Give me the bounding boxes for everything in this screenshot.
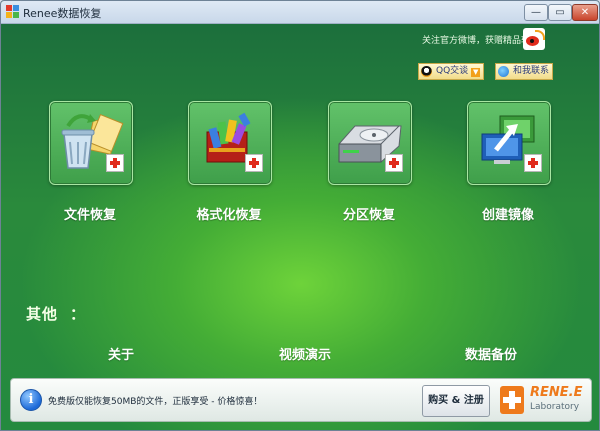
- qq-icon: [421, 66, 432, 77]
- format-recovery-tile[interactable]: [188, 101, 272, 185]
- maximize-button[interactable]: ▭: [548, 4, 572, 21]
- data-backup-link[interactable]: 数据备份: [465, 344, 517, 363]
- contact-me-button[interactable]: 和我联系: [495, 63, 554, 80]
- app-window: Renee数据恢复 — ▭ ✕ 关注官方微博，获赠精品软件 QQ交谈 ▼ 和我联系: [0, 0, 600, 431]
- file-recovery-tile[interactable]: [49, 101, 133, 185]
- free-version-notice: 免费版仅能恢复50MB的文件，正版享受 - 价格惊喜！: [48, 397, 263, 407]
- qq-chat-label: QQ交谈: [436, 66, 469, 76]
- minimize-button[interactable]: —: [524, 4, 548, 21]
- close-button[interactable]: ✕: [572, 4, 598, 21]
- logo-brand-text: RENE.E: [530, 385, 583, 400]
- medical-cross-icon: [500, 386, 524, 414]
- weibo-icon[interactable]: [523, 28, 545, 50]
- window-title: Renee数据恢复: [23, 7, 102, 20]
- status-bar: i 免费版仅能恢复50MB的文件，正版享受 - 价格惊喜！ 购买 & 注册 RE…: [10, 378, 592, 422]
- add-icon: [245, 154, 263, 172]
- buy-register-button[interactable]: 购买 & 注册: [422, 385, 490, 417]
- others-colon: ：: [70, 305, 86, 323]
- logo-sub-text: Laboratory: [530, 402, 580, 412]
- renee-logo: RENE.E Laboratory: [500, 383, 586, 417]
- title-bar[interactable]: Renee数据恢复 — ▭ ✕: [1, 1, 599, 24]
- format-recovery-label[interactable]: 格式化恢复: [174, 204, 284, 223]
- chevron-down-icon: ▼: [471, 68, 481, 77]
- others-heading: 其他: [26, 305, 59, 323]
- about-link[interactable]: 关于: [108, 344, 134, 363]
- contact-icon: [498, 66, 509, 77]
- partition-recovery-label[interactable]: 分区恢复: [314, 204, 424, 223]
- create-image-label[interactable]: 创建镜像: [453, 204, 563, 223]
- qq-chat-button[interactable]: QQ交谈 ▼: [418, 63, 485, 80]
- app-logo-icon: [6, 5, 20, 19]
- add-icon: [106, 154, 124, 172]
- partition-recovery-tile[interactable]: [328, 101, 412, 185]
- contact-me-label: 和我联系: [513, 66, 550, 76]
- info-icon: i: [20, 389, 42, 411]
- follow-weibo-text: 关注官方微博，获赠精品软件: [421, 36, 539, 46]
- video-demo-link[interactable]: 视频演示: [279, 344, 331, 363]
- add-icon: [524, 154, 542, 172]
- file-recovery-label[interactable]: 文件恢复: [35, 204, 145, 223]
- create-image-tile[interactable]: [467, 101, 551, 185]
- add-icon: [385, 154, 403, 172]
- main-panel: 关注官方微博，获赠精品软件 QQ交谈 ▼ 和我联系 文件恢复 格式化恢复 分区恢…: [1, 24, 599, 430]
